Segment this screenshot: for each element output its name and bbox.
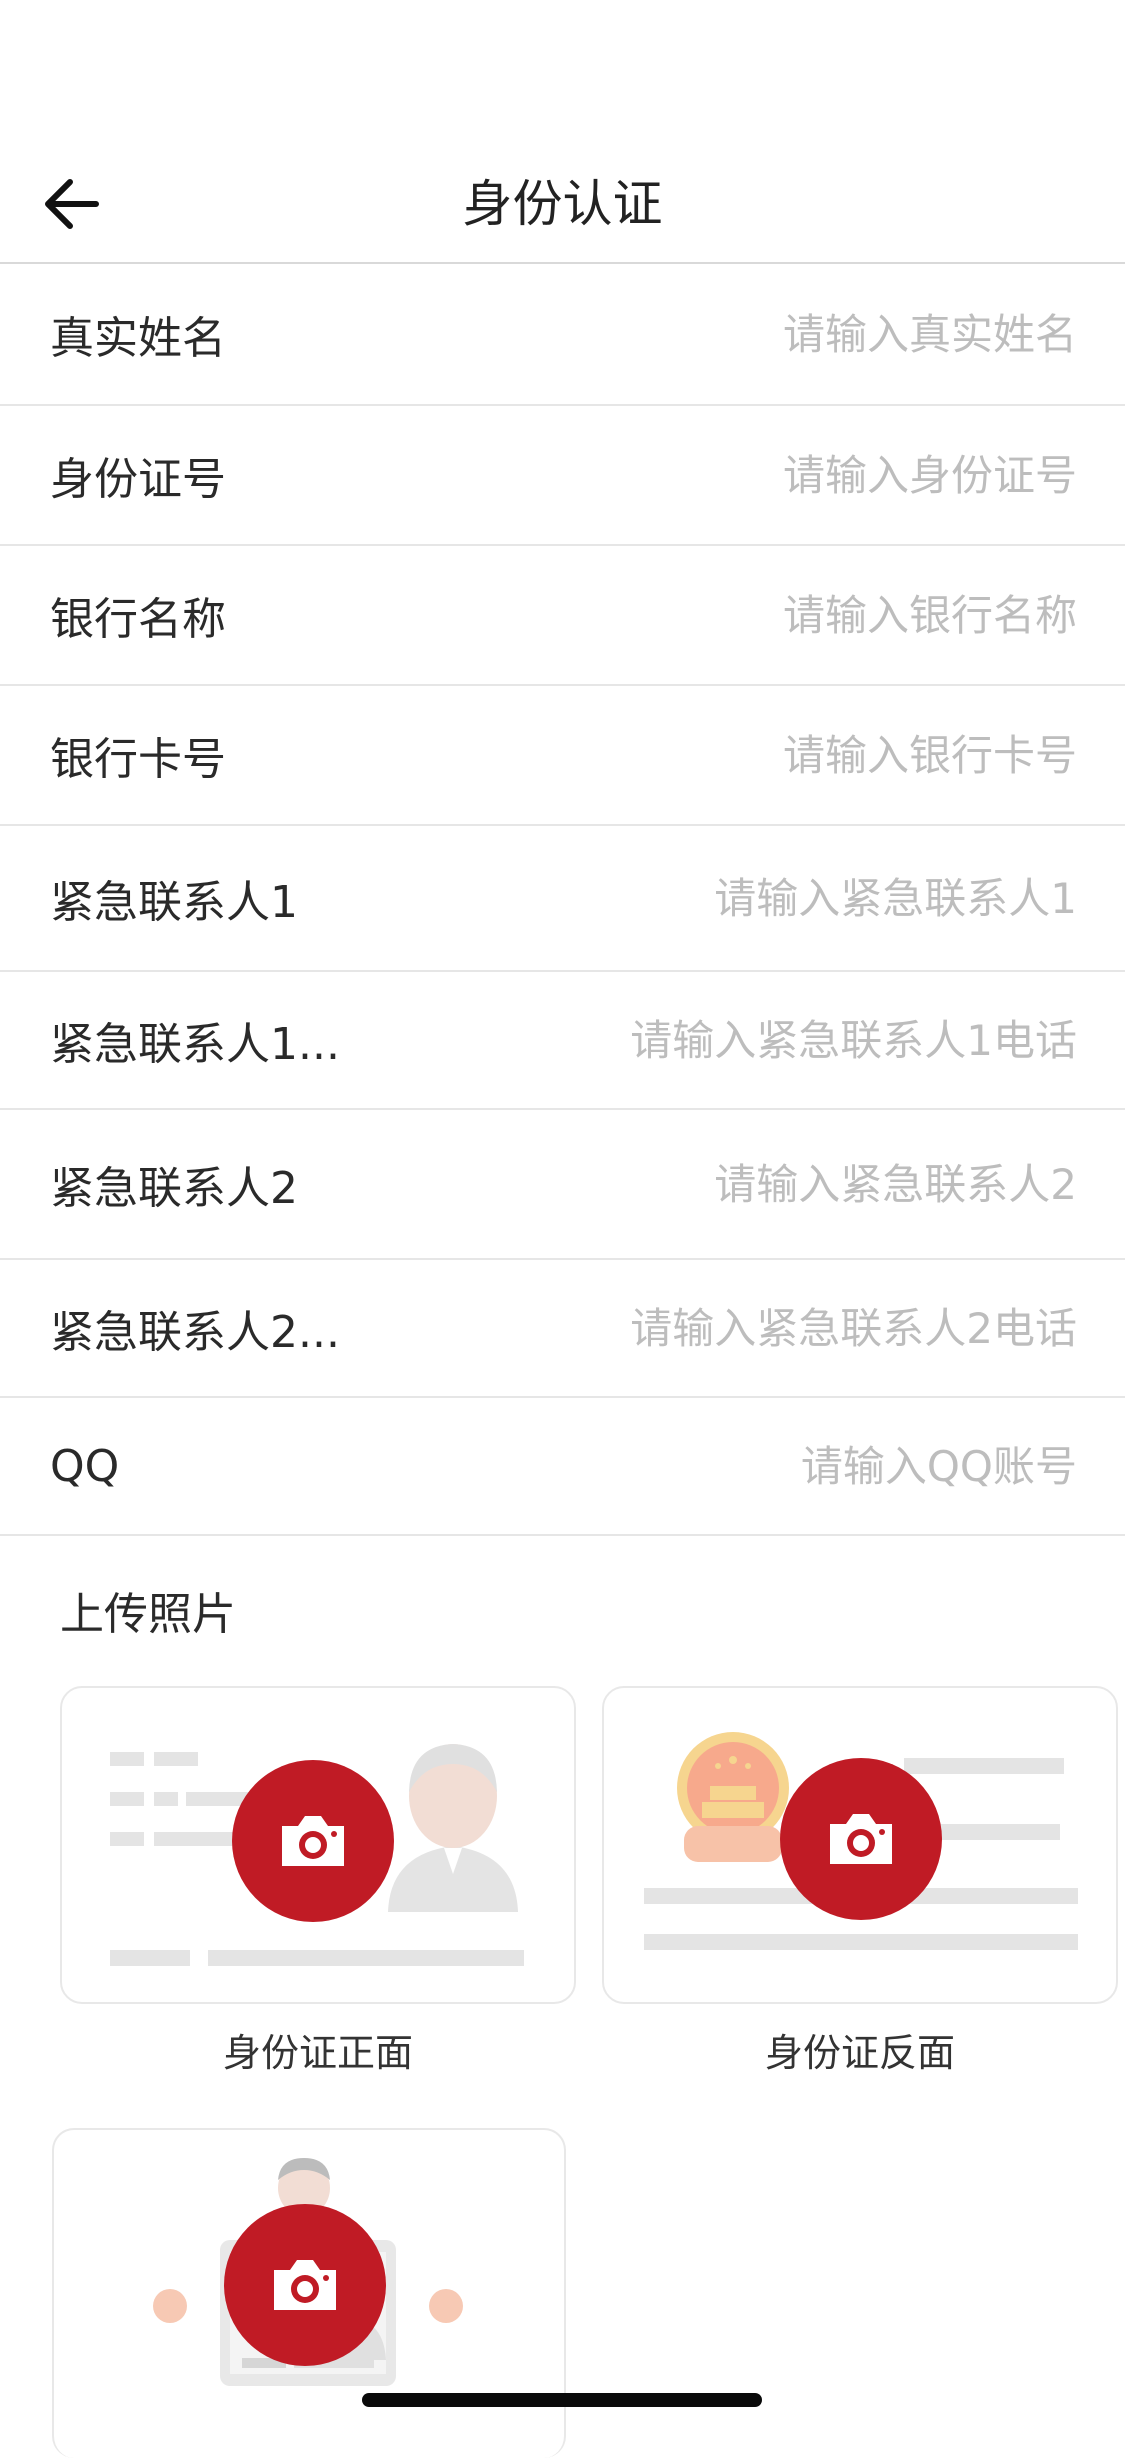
id-number-label: 身份证号 bbox=[50, 454, 226, 505]
bank-card-input[interactable] bbox=[420, 730, 1077, 780]
id-handheld-upload-card[interactable] bbox=[52, 2128, 566, 2458]
navigation-bar: 身份认证 bbox=[0, 130, 1125, 264]
contact2-phone-label: 紧急联系人2... bbox=[50, 1307, 340, 1358]
identity-form: 真实姓名 身份证号 银行名称 银行卡号 紧急联系人1 紧急联系人1... 紧急联… bbox=[0, 264, 1125, 1536]
contact1-phone-input[interactable] bbox=[420, 1015, 1077, 1065]
id-front-caption: 身份证正面 bbox=[222, 2031, 413, 2075]
contact2-input[interactable] bbox=[420, 1159, 1077, 1209]
id-back-upload-card[interactable] bbox=[602, 1686, 1118, 2004]
id-number-input[interactable] bbox=[420, 450, 1077, 500]
form-row-contact2-phone: 紧急联系人2... bbox=[0, 1260, 1125, 1398]
form-row-contact1-phone: 紧急联系人1... bbox=[0, 972, 1125, 1110]
contact2-label: 紧急联系人2 bbox=[50, 1163, 298, 1214]
contact1-label: 紧急联系人1 bbox=[50, 877, 298, 928]
camera-icon bbox=[282, 1816, 344, 1866]
bank-card-label: 银行卡号 bbox=[50, 734, 226, 785]
camera-icon bbox=[830, 1814, 892, 1864]
contact1-input[interactable] bbox=[420, 873, 1077, 923]
home-indicator bbox=[362, 2393, 762, 2407]
contact2-phone-input[interactable] bbox=[420, 1303, 1077, 1353]
form-row-bank-name: 银行名称 bbox=[0, 546, 1125, 686]
page-title: 身份认证 bbox=[462, 175, 663, 233]
id-front-upload-card[interactable] bbox=[60, 1686, 576, 2004]
id-front-camera-button[interactable] bbox=[232, 1760, 394, 1922]
form-row-contact1: 紧急联系人1 bbox=[0, 826, 1125, 972]
id-handheld-camera-button[interactable] bbox=[224, 2204, 386, 2366]
qq-input[interactable] bbox=[420, 1441, 1077, 1491]
status-bar bbox=[0, 0, 1125, 130]
id-back-camera-button[interactable] bbox=[780, 1758, 942, 1920]
id-back-caption: 身份证反面 bbox=[764, 2031, 955, 2075]
form-row-contact2: 紧急联系人2 bbox=[0, 1110, 1125, 1260]
contact1-phone-label: 紧急联系人1... bbox=[50, 1019, 340, 1070]
form-row-bank-card: 银行卡号 bbox=[0, 686, 1125, 826]
bank-name-label: 银行名称 bbox=[50, 594, 226, 645]
bank-name-input[interactable] bbox=[420, 590, 1077, 640]
real-name-label: 真实姓名 bbox=[50, 313, 226, 364]
upload-section-title: 上传照片 bbox=[60, 1589, 236, 1640]
camera-icon bbox=[274, 2260, 336, 2310]
form-row-real-name: 真实姓名 bbox=[0, 264, 1125, 406]
form-row-id-number: 身份证号 bbox=[0, 406, 1125, 546]
qq-label: QQ bbox=[50, 1440, 120, 1492]
form-row-qq: QQ bbox=[0, 1398, 1125, 1536]
real-name-input[interactable] bbox=[420, 309, 1077, 359]
